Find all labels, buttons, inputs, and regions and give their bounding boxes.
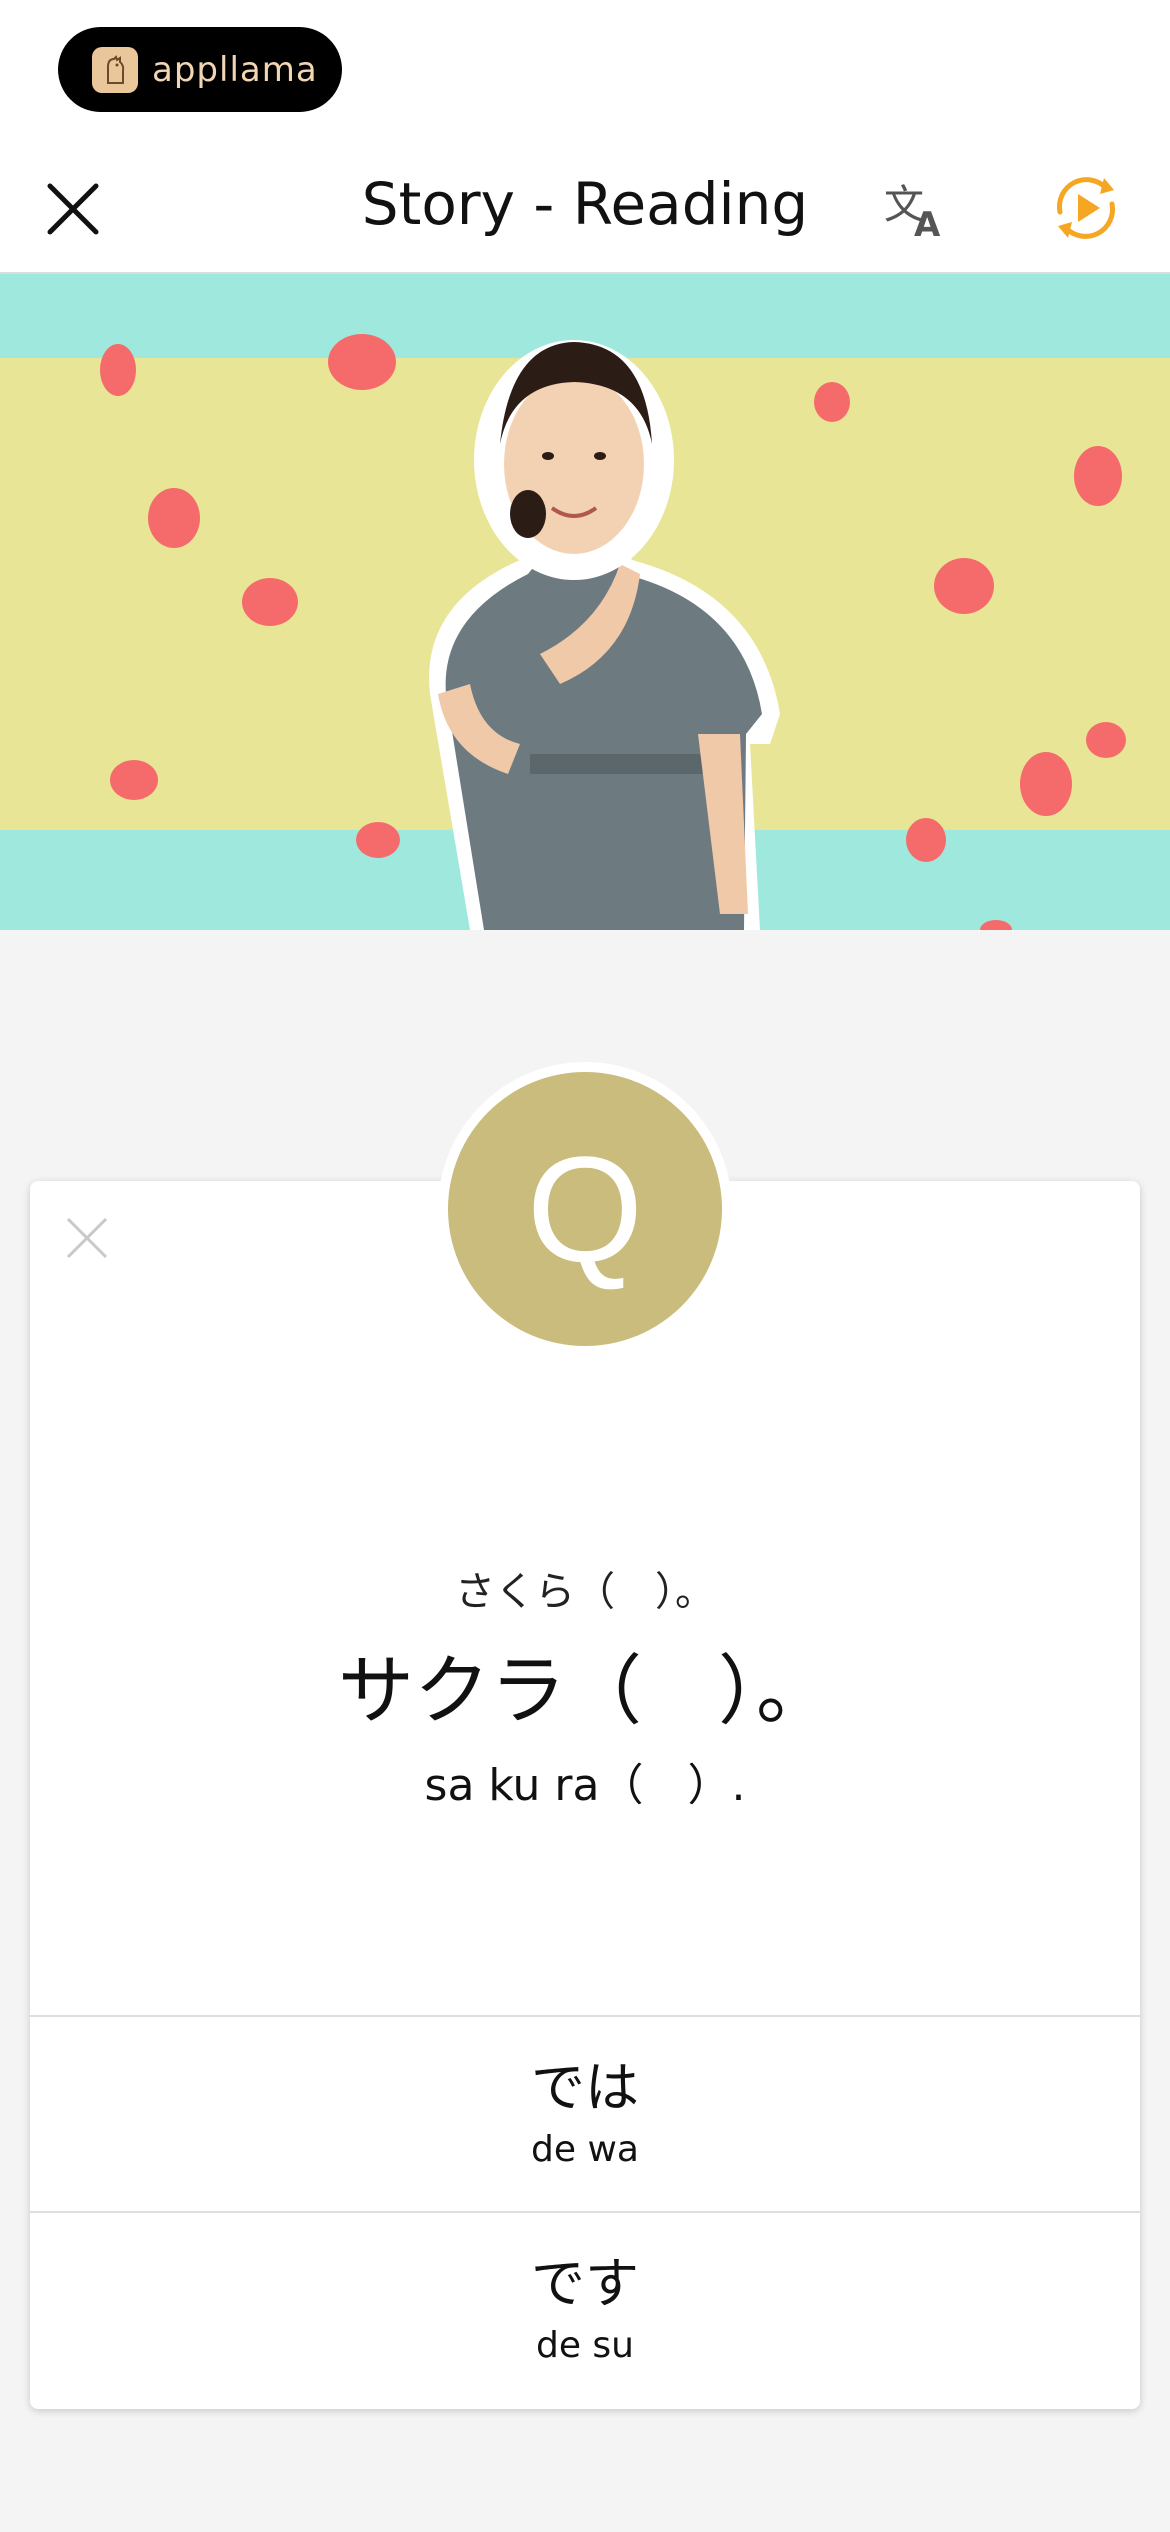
replay-play-icon[interactable] <box>1048 170 1124 246</box>
brand-pill[interactable]: appllama <box>58 27 342 112</box>
page-title: Story - Reading <box>361 170 809 238</box>
answer-kana: では <box>531 2056 639 2119</box>
translate-icon[interactable]: 文 A <box>880 174 950 245</box>
status-area: appllama <box>0 0 1170 140</box>
answer-option-2[interactable]: です de su <box>30 2211 1140 2409</box>
question-furigana: さくら（ ）。 <box>455 1569 715 1615</box>
navbar: Story - Reading 文 A <box>0 140 1170 274</box>
answer-romaji: de su <box>535 2325 634 2366</box>
llama-icon <box>92 46 138 93</box>
answer-option-1[interactable]: では de wa <box>30 2015 1140 2213</box>
svg-text:A: A <box>914 205 941 244</box>
story-hero-image <box>0 274 1170 930</box>
question-romaji: sa ku ra（ ）. <box>424 1760 746 1811</box>
question-text: サクラ（ ）。 <box>338 1646 832 1735</box>
brand-name: appllama <box>152 49 318 90</box>
answer-kana: です <box>531 2252 639 2315</box>
answer-romaji: de wa <box>531 2129 639 2170</box>
question-badge: Q <box>448 1072 722 1346</box>
card-close-icon[interactable] <box>62 1213 112 1263</box>
question-card: さくら（ ）。 サクラ（ ）。 sa ku ra（ ）. では de wa です… <box>30 1181 1140 2409</box>
